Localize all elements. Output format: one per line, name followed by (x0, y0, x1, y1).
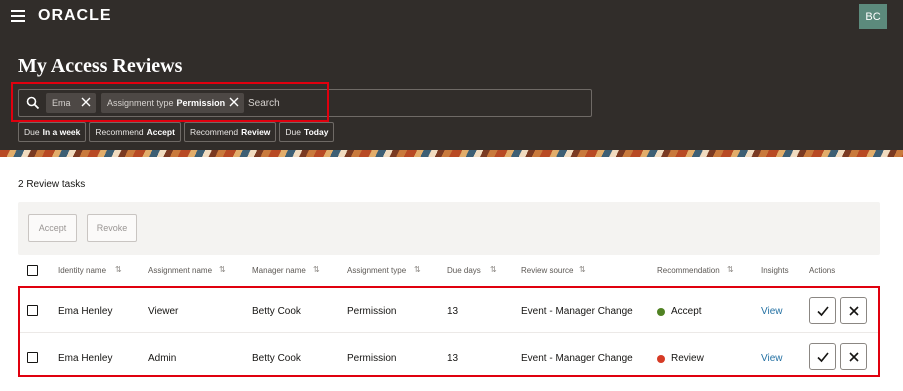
sort-icon[interactable]: ⇅ (490, 265, 497, 274)
user-avatar[interactable]: BC (859, 4, 887, 29)
filter-prefix: Due (285, 127, 302, 137)
oracle-logo: ORACLE (38, 7, 112, 24)
assignment-type: Permission (347, 306, 397, 317)
close-icon (849, 306, 859, 316)
close-icon[interactable] (80, 96, 92, 108)
status-dot-review (657, 355, 665, 363)
quick-filter-due-today[interactable]: Due Today (279, 122, 335, 142)
check-icon (817, 352, 829, 363)
column-header-recommendation[interactable]: Recommendation (657, 266, 720, 275)
column-header-actions: Actions (809, 266, 836, 275)
filter-chip-identity: Ema (46, 93, 96, 113)
results-count: 2 Review tasks (18, 179, 86, 190)
column-header-assignment[interactable]: Assignment name (148, 266, 212, 275)
sort-icon[interactable]: ⇅ (579, 265, 586, 274)
column-header-assignment-type[interactable]: Assignment type (347, 266, 406, 275)
assignment-name: Admin (148, 353, 177, 364)
assignment-name: Viewer (148, 306, 179, 317)
page-title: My Access Reviews (18, 55, 183, 77)
column-header-due-days[interactable]: Due days (447, 266, 481, 275)
revoke-row-button[interactable] (840, 343, 867, 370)
recommendation-label: Review (671, 353, 704, 364)
quick-filter-recommend-accept[interactable]: Recommend Accept (89, 122, 181, 142)
insights-view-link[interactable]: View (761, 306, 783, 317)
assignment-type: Permission (347, 353, 397, 364)
accept-row-button[interactable] (809, 343, 836, 370)
search-bar: Ema Assignment type Permission (18, 89, 592, 117)
review-source: Event - Manager Change (521, 353, 633, 364)
recommendation-label: Accept (671, 306, 702, 317)
quick-filter-recommend-review[interactable]: Recommend Review (183, 122, 277, 142)
accept-row-button[interactable] (809, 297, 836, 324)
row-checkbox[interactable] (27, 352, 38, 363)
sort-icon[interactable]: ⇅ (219, 265, 226, 274)
decorative-banner (0, 150, 903, 157)
quick-filter-due-week[interactable]: Due In a week (18, 122, 87, 142)
revoke-button[interactable]: Revoke (87, 214, 137, 242)
search-icon[interactable] (26, 96, 40, 110)
select-all-checkbox[interactable] (27, 265, 38, 276)
accept-button[interactable]: Accept (28, 214, 77, 242)
identity-name: Ema Henley (58, 306, 113, 317)
sort-icon[interactable]: ⇅ (115, 265, 122, 274)
manager-name: Betty Cook (252, 306, 301, 317)
column-header-review-source[interactable]: Review source (521, 266, 573, 275)
column-header-identity[interactable]: Identity name (58, 266, 106, 275)
due-days: 13 (447, 353, 459, 364)
insights-view-link[interactable]: View (761, 353, 783, 364)
column-header-manager[interactable]: Manager name (252, 266, 306, 275)
filter-chip-assignment-type: Assignment type Permission (101, 93, 244, 113)
sort-icon[interactable]: ⇅ (313, 265, 320, 274)
row-divider (20, 332, 878, 333)
sort-icon[interactable]: ⇅ (727, 265, 734, 274)
chip-label: Ema (52, 98, 71, 108)
row-checkbox[interactable] (27, 305, 38, 316)
manager-name: Betty Cook (252, 353, 301, 364)
check-icon (817, 306, 829, 317)
review-source: Event - Manager Change (521, 306, 633, 317)
chip-label: Assignment type (107, 98, 174, 108)
bulk-action-toolbar: Accept Revoke (18, 202, 880, 255)
due-days: 13 (447, 306, 459, 317)
close-icon[interactable] (228, 96, 240, 108)
sort-icon[interactable]: ⇅ (414, 265, 421, 274)
revoke-row-button[interactable] (840, 297, 867, 324)
filter-value: Today (304, 127, 329, 137)
search-input[interactable] (248, 94, 578, 112)
chip-value: Permission (176, 98, 226, 108)
filter-value: Accept (146, 127, 175, 137)
filter-prefix: Recommend (95, 127, 144, 137)
filter-prefix: Recommend (189, 127, 239, 137)
filter-value: In a week (42, 127, 81, 137)
status-dot-accept (657, 308, 665, 316)
filter-prefix: Due (24, 127, 40, 137)
identity-name: Ema Henley (58, 353, 113, 364)
close-icon (849, 352, 859, 362)
filter-value: Review (241, 127, 271, 137)
app-header: ORACLE BC My Access Reviews Ema Assignme… (0, 0, 903, 150)
column-header-insights: Insights (761, 266, 789, 275)
hamburger-menu-icon[interactable] (11, 10, 25, 22)
quick-filters: Due In a week Recommend Accept Recommend Re… (18, 122, 335, 142)
